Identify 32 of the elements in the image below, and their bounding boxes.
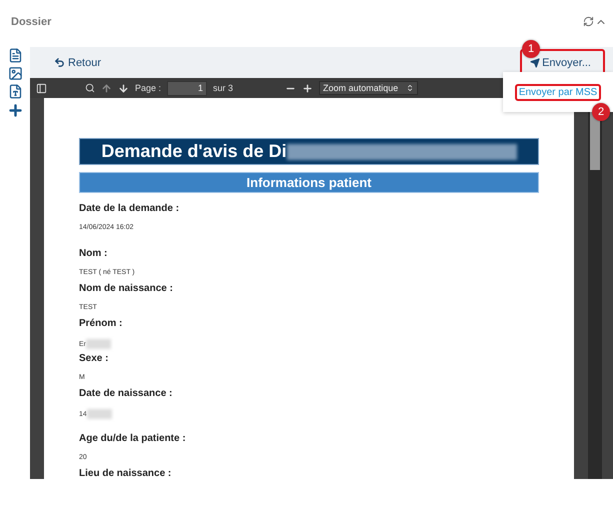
back-button[interactable]: Retour (54, 56, 102, 68)
field-label: Date de la demande : (79, 203, 180, 214)
field-label: Date de naissance : (79, 388, 174, 399)
page-input[interactable]: 1 (167, 80, 208, 96)
zoom-select[interactable]: Zoom automatique (319, 81, 418, 95)
field-label: Nom : (79, 248, 108, 259)
add-icon[interactable] (6, 102, 24, 119)
search-icon[interactable] (85, 83, 95, 93)
back-arrow-icon (54, 57, 65, 68)
chevrons-icon (406, 84, 414, 92)
field-label: Lieu de naissance : (79, 468, 172, 479)
field-label: Prénom : (79, 318, 124, 329)
step-badge: 2 (592, 103, 610, 121)
image-icon[interactable] (8, 66, 22, 81)
send-icon (530, 58, 540, 68)
page-label: Page : (135, 83, 162, 93)
field-label: Age du/de la patiente : (79, 433, 187, 444)
page-total: sur 3 (213, 83, 234, 93)
zoom-in-icon[interactable] (302, 82, 314, 94)
section-header: Informations patient (79, 172, 539, 193)
field-label: Nom de naissance : (79, 283, 174, 294)
sidebar-toggle-icon[interactable] (36, 82, 47, 94)
previous-page-icon[interactable] (101, 82, 112, 94)
pdf-file-icon[interactable] (8, 84, 22, 99)
panel-title: Dossier (11, 16, 52, 28)
step-badge: 1 (522, 40, 540, 58)
send-mss-link[interactable]: Envoyer par MSS (514, 84, 602, 100)
field-label: Sexe : (79, 353, 110, 364)
document-icon[interactable] (8, 48, 22, 63)
document-title: Demande d'avis de Di (79, 138, 539, 165)
refresh-icon[interactable] (583, 16, 594, 27)
next-page-icon[interactable] (118, 82, 129, 94)
